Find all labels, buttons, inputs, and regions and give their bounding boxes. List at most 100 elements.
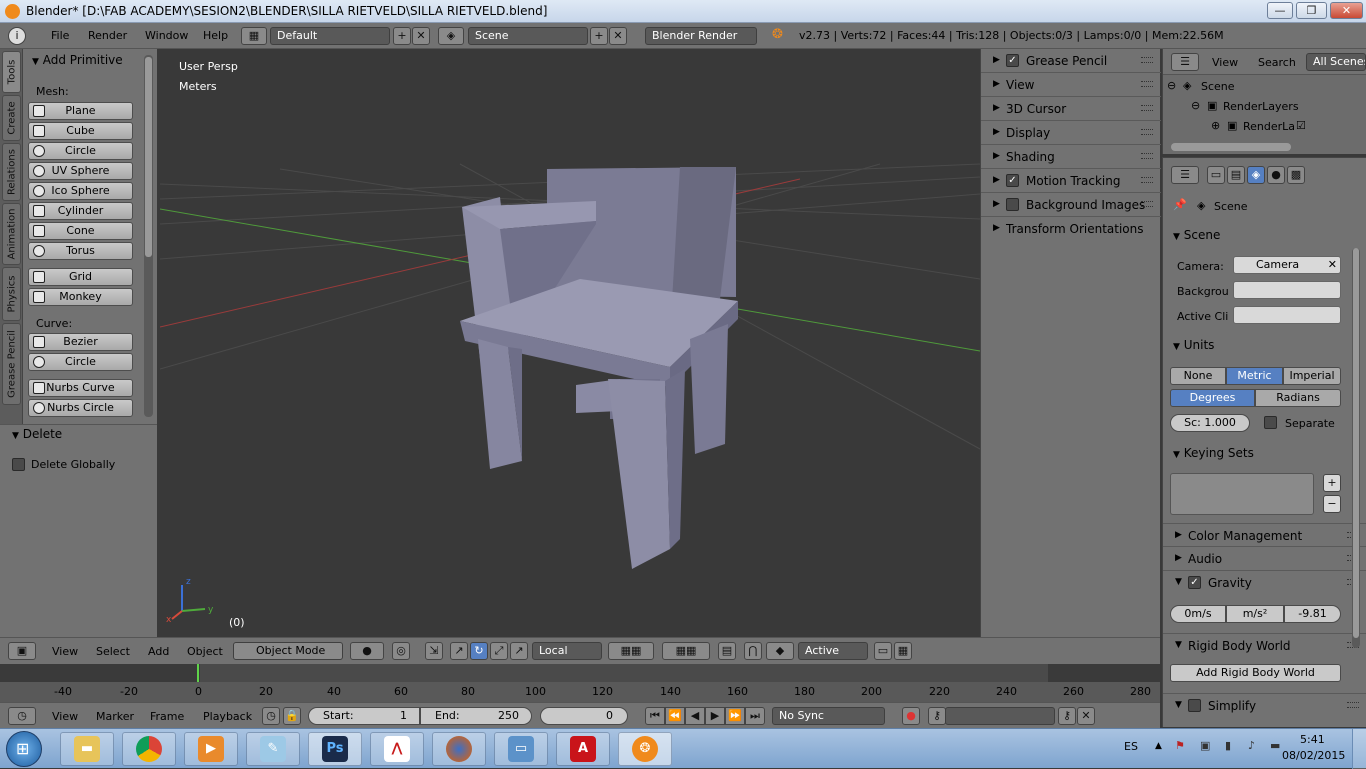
- editor-type-timeline-icon[interactable]: ◷: [8, 707, 36, 725]
- transform-orientation-select[interactable]: Local: [532, 642, 602, 660]
- units-panel-header[interactable]: ▼ Units: [1173, 338, 1214, 352]
- snap-element-icon[interactable]: ◆: [766, 642, 794, 660]
- minimize-button[interactable]: —: [1267, 2, 1293, 19]
- start-frame-field[interactable]: Start: 1: [308, 707, 420, 725]
- device-icon[interactable]: ▣: [1200, 739, 1210, 752]
- opengl-animation-icon[interactable]: ▦: [894, 642, 912, 660]
- scene-icon[interactable]: ◈: [438, 27, 464, 45]
- rotation-degrees-button[interactable]: Degrees: [1170, 389, 1255, 407]
- taskbar-blender[interactable]: ❂: [618, 732, 672, 766]
- add-menu[interactable]: Add: [148, 645, 169, 658]
- outliner-item-renderlayers[interactable]: RenderLayers: [1223, 100, 1299, 113]
- play-icon[interactable]: ▶: [705, 707, 725, 725]
- start-button[interactable]: ⊞: [6, 731, 42, 767]
- add-layout-icon[interactable]: +: [393, 27, 411, 45]
- network-icon[interactable]: ▮: [1225, 739, 1231, 752]
- lock-range-icon[interactable]: 🔒: [283, 707, 301, 725]
- taskbar-media[interactable]: ▶: [184, 732, 238, 766]
- maximize-button[interactable]: ❐: [1296, 2, 1327, 19]
- simplify-panel[interactable]: ▼ Simplify: [1163, 693, 1366, 717]
- motion-tracking-checkbox[interactable]: ✓: [1006, 174, 1019, 187]
- timeline-marker-menu[interactable]: Marker: [96, 710, 134, 723]
- menu-render[interactable]: Render: [88, 29, 127, 42]
- motion-tracking-panel[interactable]: ▶ ✓ Motion Tracking: [981, 169, 1161, 193]
- add-cube-button[interactable]: Cube: [28, 122, 133, 140]
- outliner-search-menu[interactable]: Search: [1258, 56, 1296, 69]
- shading-panel[interactable]: ▶ Shading: [981, 145, 1161, 169]
- lock-layers-icon[interactable]: ▤: [718, 642, 736, 660]
- render-engine-select[interactable]: Blender Render: [645, 27, 757, 45]
- unit-metric-button[interactable]: Metric: [1226, 367, 1283, 385]
- world-tab-icon[interactable]: ●: [1267, 166, 1285, 184]
- action-center-icon[interactable]: ⚑: [1175, 739, 1185, 752]
- snap-target-select[interactable]: Active: [798, 642, 868, 660]
- camera-field[interactable]: Camera ✕: [1233, 256, 1341, 274]
- renderlayer-enabled-checkbox[interactable]: ☑: [1296, 119, 1306, 132]
- add-bezier-button[interactable]: Bezier: [28, 333, 133, 351]
- unit-imperial-button[interactable]: Imperial: [1283, 367, 1341, 385]
- preview-range-icon[interactable]: ◷: [262, 707, 280, 725]
- gravity-checkbox[interactable]: ✓: [1188, 576, 1201, 589]
- record-icon[interactable]: ●: [902, 707, 920, 725]
- transform-orientations-panel[interactable]: ▶ Transform Orientations: [981, 217, 1161, 241]
- clear-camera-icon[interactable]: ✕: [1328, 257, 1337, 273]
- show-hidden-icons[interactable]: ▲: [1155, 741, 1162, 751]
- add-nurbs-curve-button[interactable]: Nurbs Curve: [28, 379, 133, 397]
- editor-type-info-icon[interactable]: i: [8, 27, 26, 45]
- pivot-point-icon[interactable]: ◎: [392, 642, 410, 660]
- prev-keyframe-icon[interactable]: ⏪: [665, 707, 685, 725]
- outliner-display-filter[interactable]: All Scenes: [1306, 53, 1366, 71]
- clock-date[interactable]: 08/02/2015: [1282, 749, 1345, 762]
- delete-panel-header[interactable]: ▼ Delete: [12, 427, 62, 441]
- play-reverse-icon[interactable]: ◀: [685, 707, 705, 725]
- rotation-radians-button[interactable]: Radians: [1255, 389, 1341, 407]
- grease-pencil-panel[interactable]: ▶ ✓ Grease Pencil: [981, 49, 1161, 73]
- add-circle-button[interactable]: Circle: [28, 142, 133, 160]
- gravity-x-field[interactable]: 0m/s: [1170, 605, 1226, 623]
- gravity-panel[interactable]: ▼ ✓ Gravity: [1163, 571, 1366, 595]
- gravity-y-field[interactable]: m/s²: [1226, 605, 1284, 623]
- menu-window[interactable]: Window: [145, 29, 188, 42]
- rigid-body-world-panel[interactable]: ▼ Rigid Body World: [1163, 633, 1366, 657]
- add-cone-button[interactable]: Cone: [28, 222, 133, 240]
- taskbar-explorer[interactable]: ▬: [60, 732, 114, 766]
- view-panel[interactable]: ▶ View: [981, 73, 1161, 97]
- keying-icon[interactable]: ⚷: [928, 707, 946, 725]
- add-scene-icon[interactable]: +: [590, 27, 608, 45]
- screen-layout-icon[interactable]: ▦: [241, 27, 267, 45]
- scene-field[interactable]: Scene: [468, 27, 588, 45]
- unit-none-button[interactable]: None: [1170, 367, 1226, 385]
- properties-editor-icon[interactable]: ☰: [1171, 166, 1199, 184]
- outliner-item-renderlayer[interactable]: RenderLa: [1243, 120, 1295, 133]
- translate-manipulator-icon[interactable]: ↗: [450, 642, 468, 660]
- timeline-playback-menu[interactable]: Playback: [203, 710, 252, 723]
- add-rigid-body-world-button[interactable]: Add Rigid Body World: [1170, 664, 1341, 682]
- remove-layout-icon[interactable]: ✕: [412, 27, 430, 45]
- properties-scrollbar[interactable]: [1352, 248, 1360, 648]
- outliner-view-menu[interactable]: View: [1212, 56, 1238, 69]
- tab-physics[interactable]: Physics: [2, 267, 21, 321]
- object-menu[interactable]: Object: [187, 645, 223, 658]
- background-images-panel[interactable]: ▶ Background Images: [981, 193, 1161, 217]
- add-nurbs-circle-button[interactable]: Nurbs Circle: [28, 399, 133, 417]
- view-menu[interactable]: View: [52, 645, 78, 658]
- taskbar-acrobat[interactable]: ⋀: [370, 732, 424, 766]
- rotate-manipulator-icon[interactable]: ↻: [470, 642, 488, 660]
- current-frame-indicator[interactable]: [197, 664, 199, 684]
- collapse-icon[interactable]: ⊖: [1191, 99, 1200, 112]
- editor-type-3d-icon[interactable]: ▣: [8, 642, 36, 660]
- active-clip-field[interactable]: [1233, 306, 1341, 324]
- delete-globally-checkbox[interactable]: [12, 458, 25, 471]
- outliner-editor-icon[interactable]: ☰: [1171, 53, 1199, 71]
- menu-file[interactable]: File: [51, 29, 69, 42]
- background-images-checkbox[interactable]: [1006, 198, 1019, 211]
- manipulator-toggle-icon[interactable]: ⇲: [425, 642, 443, 660]
- background-set-field[interactable]: [1233, 281, 1341, 299]
- taskbar-firefox[interactable]: [432, 732, 486, 766]
- taskbar-autocad[interactable]: A: [556, 732, 610, 766]
- layers-grid-a[interactable]: ▦▦: [608, 642, 654, 660]
- outliner-item-scene[interactable]: Scene: [1201, 80, 1235, 93]
- power-icon[interactable]: ▬: [1270, 739, 1280, 752]
- active-keying-set-field[interactable]: [945, 707, 1055, 725]
- sync-mode-select[interactable]: No Sync: [772, 707, 885, 725]
